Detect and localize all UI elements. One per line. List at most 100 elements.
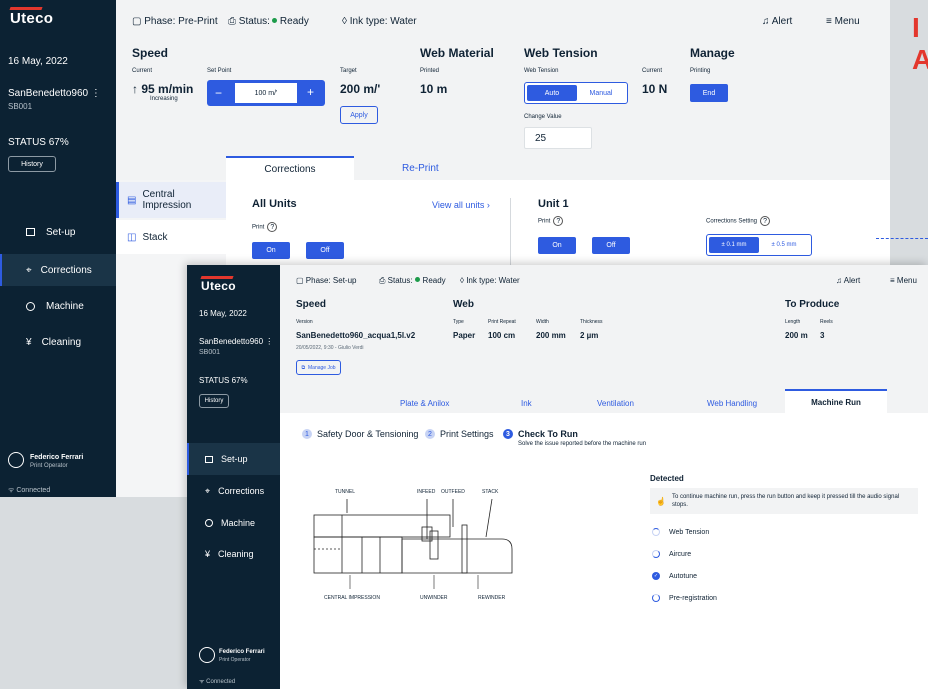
drop-icon: ◊ [460,276,464,285]
tab-ventilation[interactable]: Ventilation [597,399,634,408]
tab-reprint[interactable]: Re-Print [402,163,439,174]
setpoint-stepper[interactable]: − 100 m/' + [207,80,325,106]
detected-info-box: ☝ To continue machine run, press the run… [650,488,918,514]
back-info-panel: Speed Current ↑ 95 m/min Increasing Set … [116,44,890,156]
apply-button[interactable]: Apply [340,106,378,124]
nav-item-cleaning[interactable]: ¥ Cleaning [187,538,280,570]
current-label: Current [642,68,663,74]
length-value: 200 m [785,331,808,340]
tension-mode-toggle[interactable]: Auto Manual [524,82,628,104]
target-label: Target [340,68,357,74]
date: 16 May, 2022 [8,56,68,67]
change-value-input[interactable]: 25 [524,127,592,149]
tab-web-handling[interactable]: Web Handling [707,399,757,408]
type-label: Type [453,319,464,325]
end-button[interactable]: End [690,84,728,102]
user-role: Print Operator [219,657,251,663]
option-0-1mm[interactable]: ± 0.1 mm [709,237,759,253]
connected-text: Connected [206,679,236,685]
tab-corrections[interactable]: Corrections [226,156,354,180]
setpoint-label: Set Point [207,68,232,74]
nav-item-machine[interactable]: Machine [187,507,280,539]
tab-ink[interactable]: Ink [521,399,532,408]
all-units-off-button[interactable]: Off [306,242,344,259]
menu-button[interactable]: ≡ Menu [826,16,860,27]
setpoint-value[interactable]: 100 m/' [235,83,297,103]
tab-plate-anilox[interactable]: Plate & Anilox [400,399,449,408]
hamburger-icon: ≡ [890,276,895,285]
check-item-pre-registration: Pre-registration [652,594,717,602]
nav-item-setup[interactable]: Set-up [187,443,280,475]
width-label: Width [536,319,549,325]
plus-button[interactable]: + [307,85,314,99]
more-vertical-icon[interactable]: ⋮ [265,337,273,346]
nav-item-cleaning[interactable]: ¥ Cleaning [0,326,116,358]
step-label: Safety Door & Tensioning [317,429,419,439]
printed-label: Printed [420,68,440,74]
date: 16 May, 2022 [199,309,247,318]
minus-button[interactable]: − [215,86,222,100]
subnav-stack[interactable]: ◫ Stack [116,220,226,254]
history-button[interactable]: History [8,156,56,172]
connector-line [876,238,928,239]
status-dot [414,277,420,282]
ink-text: Ink type: Water [349,16,417,27]
detected-title: Detected [650,474,684,483]
nav-item-corrections[interactable]: ⌖ Corrections [0,254,116,286]
crosshair-icon: ⌖ [26,264,32,276]
step-print-settings[interactable]: 2 Print Settings [425,429,494,439]
step-safety-door[interactable]: 1 Safety Door & Tensioning [302,429,418,439]
step-check-to-run[interactable]: 3 Check To Run [503,429,578,439]
unit1-title: Unit 1 [538,198,569,210]
option-0-5mm[interactable]: ± 0.5 mm [759,237,809,253]
status-dot [271,18,277,23]
all-units-on-button[interactable]: On [252,242,290,259]
machine-name[interactable]: SanBenedetto960 ⋮ [8,88,101,99]
history-button[interactable]: History [199,394,229,408]
view-all-units-link[interactable]: View all units › [432,200,490,210]
auto-option[interactable]: Auto [527,85,577,101]
front-topbar: ▢ Phase: Set-up ⎙ Status: Ready ◊ Ink typ… [280,265,928,295]
hand-press-icon: ☝ [656,496,666,506]
nav-label: Set-up [221,454,248,464]
manage-title: Manage [690,46,735,60]
user-avatar[interactable] [8,452,24,468]
nav-label: Cleaning [41,336,82,348]
label-infeed: INFEED [417,489,436,495]
status-text: STATUS 67% [199,376,248,385]
thickness-value: 2 µm [580,331,599,340]
more-vertical-icon[interactable]: ⋮ [91,88,101,99]
subnav-central-impression[interactable]: ▤ Central Impression [116,182,226,218]
status-label: Status: [238,16,270,27]
unit1-off-button[interactable]: Off [592,237,630,254]
loading-icon [652,528,660,536]
manual-option[interactable]: Manual [577,85,625,101]
help-icon[interactable]: ? [267,222,278,232]
machine-name[interactable]: SanBenedetto960 ⋮ [199,337,273,346]
menu-button[interactable]: ≡ Menu [890,276,917,285]
manage-job-button[interactable]: ⧉ Manage Job [296,360,341,375]
bell-icon: ♫ [762,16,770,27]
check-item-web-tension: Web Tension [652,528,709,536]
tab-label: Machine Run [811,397,861,407]
gauge-icon [205,519,213,527]
corrections-setting-toggle[interactable]: ± 0.1 mm ± 0.5 mm [706,234,812,256]
loading-icon [652,594,660,602]
front-content: 1 Safety Door & Tensioning 2 Print Setting… [280,413,928,689]
nav-item-machine[interactable]: Machine [0,290,116,322]
phase-indicator: ▢ Phase: Pre-Print [132,16,218,27]
current-value: 10 N [642,82,668,96]
nav-item-setup[interactable]: Set-up [0,216,116,248]
alert-label: Alert [843,276,861,285]
help-icon[interactable]: ? [760,216,771,226]
label-tunnel: TUNNEL [335,489,356,495]
tab-machine-run[interactable]: Machine Run [785,389,887,413]
help-icon[interactable]: ? [553,216,564,226]
alert-button[interactable]: ♫ Alert [836,276,860,285]
crosshair-icon: ⌖ [205,485,211,496]
alert-button[interactable]: ♫ Alert [762,16,792,27]
unit1-on-button[interactable]: On [538,237,576,254]
user-role: Print Operator [30,463,68,469]
user-avatar[interactable] [199,647,215,663]
nav-item-corrections[interactable]: ⌖ Corrections [187,475,280,507]
